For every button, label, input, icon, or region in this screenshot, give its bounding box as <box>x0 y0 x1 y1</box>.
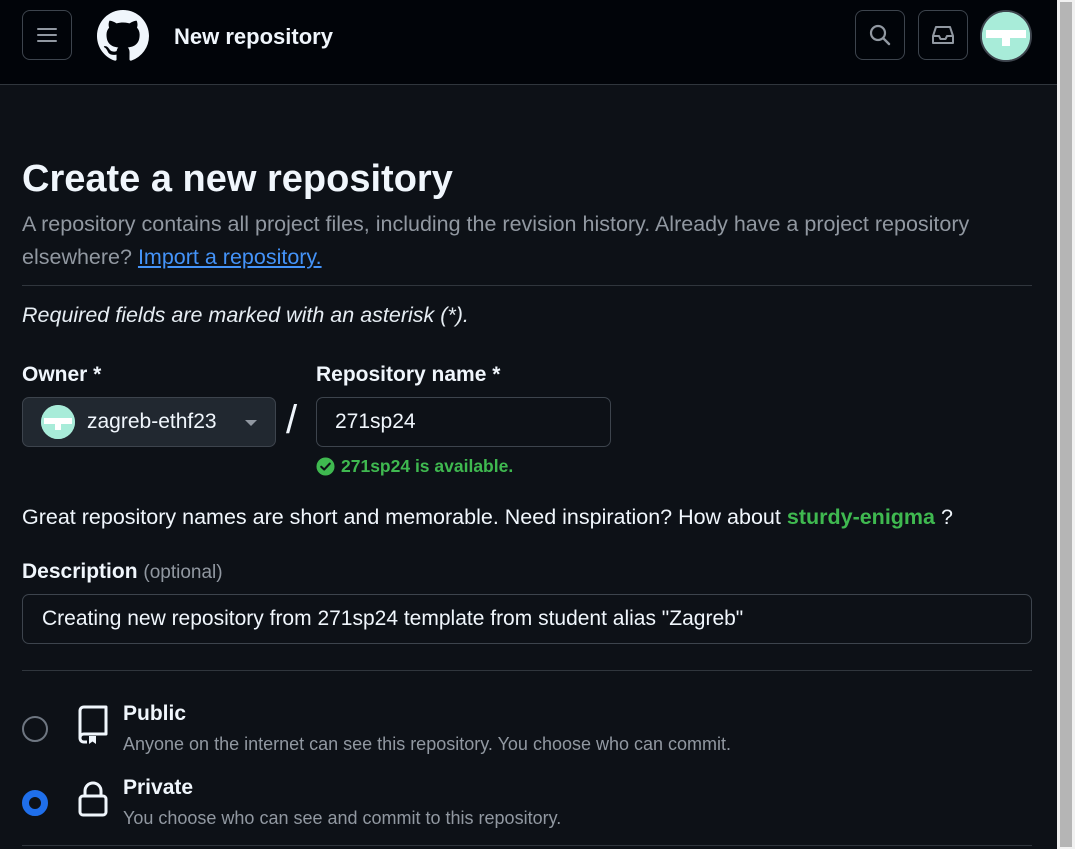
lock-icon <box>78 781 108 817</box>
repository-name-label: Repository name * <box>316 363 501 386</box>
repo-icon <box>78 705 108 744</box>
check-circle-icon <box>316 457 335 476</box>
private-radio[interactable] <box>22 790 48 816</box>
chevron-down-icon <box>245 420 257 426</box>
availability-message: 271sp24 is available. <box>316 456 513 477</box>
inbox-icon <box>932 26 954 44</box>
private-option-title: Private <box>123 776 194 799</box>
private-option-description: You choose who can see and commit to thi… <box>123 808 562 828</box>
import-repository-link[interactable]: Import a repository. <box>138 245 322 269</box>
owner-repo-separator: / <box>286 398 298 442</box>
required-fields-note: Required fields are marked with an aster… <box>22 303 469 327</box>
inbox-button[interactable] <box>918 10 968 60</box>
owner-label: Owner * <box>22 363 102 386</box>
section-divider <box>22 845 1032 846</box>
public-radio[interactable] <box>22 716 48 742</box>
hamburger-menu-icon <box>37 28 57 42</box>
identicon-avatar <box>41 405 75 439</box>
page-context-title: New repository <box>174 24 333 49</box>
search-icon <box>869 24 891 46</box>
page-title: Create a new repository <box>22 158 453 200</box>
owner-name: zagreb-ethf23 <box>87 410 217 433</box>
suggested-name-link[interactable]: sturdy-enigma <box>787 505 935 529</box>
section-divider <box>22 285 1032 286</box>
open-menu-button[interactable] <box>22 10 72 60</box>
public-option-title: Public <box>123 702 187 725</box>
page-scrollbar-thumb[interactable] <box>1060 2 1072 847</box>
public-option-description: Anyone on the internet can see this repo… <box>123 734 732 754</box>
search-button[interactable] <box>855 10 905 60</box>
optional-hint: (optional) <box>143 562 223 583</box>
repository-name-input[interactable] <box>316 397 611 447</box>
description-label-text: Description <box>22 560 138 583</box>
top-navigation-bar: New repository <box>0 0 1057 85</box>
description-input[interactable] <box>22 594 1032 644</box>
user-avatar[interactable] <box>980 10 1032 62</box>
section-divider <box>22 670 1032 671</box>
owner-dropdown[interactable]: zagreb-ethf23 <box>22 397 276 447</box>
intro-text: A repository contains all project files,… <box>22 208 1032 274</box>
suggestion-text: Great repository names are short and mem… <box>22 505 781 529</box>
suggestion-end: ? <box>940 505 953 529</box>
identicon-avatar <box>982 12 1030 60</box>
github-logo-icon[interactable] <box>97 10 149 62</box>
owner-avatar <box>41 405 75 439</box>
availability-text: 271sp24 is available. <box>341 456 514 476</box>
name-suggestion: Great repository names are short and mem… <box>22 505 953 530</box>
description-label: Description (optional) <box>22 560 223 584</box>
